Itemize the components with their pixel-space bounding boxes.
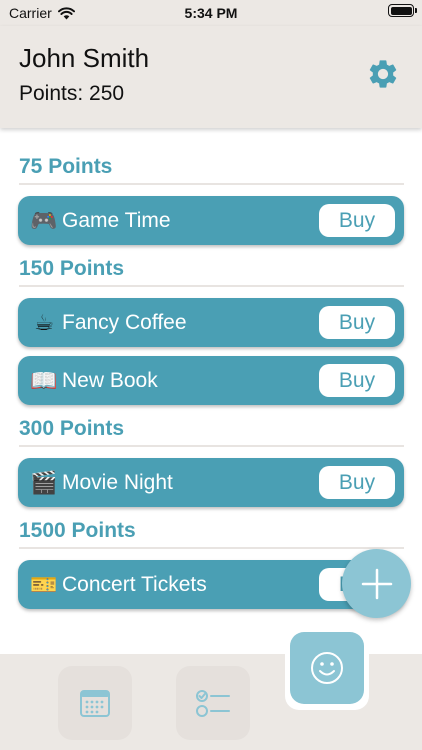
gear-icon <box>369 60 397 88</box>
reward-item-game-time[interactable]: 🎮 Game Time Buy <box>18 196 404 245</box>
section-header-150: 150 Points <box>19 257 404 287</box>
add-reward-button[interactable] <box>342 549 411 618</box>
calendar-icon <box>80 690 110 717</box>
points-balance: Points: 250 <box>19 82 125 105</box>
buy-button[interactable]: Buy <box>319 306 395 339</box>
section-header-300: 300 Points <box>19 417 404 447</box>
settings-button[interactable] <box>366 57 400 91</box>
game-controller-icon: 🎮 <box>30 207 58 233</box>
reward-item-fancy-coffee[interactable]: ☕ Fancy Coffee Buy <box>18 298 404 347</box>
tab-calendar[interactable] <box>58 666 132 740</box>
reward-item-new-book[interactable]: 📖 New Book Buy <box>18 356 404 405</box>
profile-header: John Smith Points: 250 <box>0 26 422 128</box>
tab-rewards-container <box>285 630 369 710</box>
user-name: John Smith <box>19 43 150 73</box>
status-time: 5:34 PM <box>184 5 238 21</box>
book-icon: 📖 <box>30 367 58 393</box>
section-header-75: 75 Points <box>19 155 404 185</box>
section-header-1500: 1500 Points <box>19 519 404 549</box>
buy-button[interactable]: Buy <box>319 364 395 397</box>
buy-button[interactable]: Buy <box>319 466 395 499</box>
battery-icon <box>388 4 417 17</box>
tab-tasks[interactable] <box>176 666 250 740</box>
ticket-icon: 🎫 <box>30 571 58 597</box>
clapperboard-icon: 🎬 <box>30 469 58 495</box>
status-bar: Carrier 5:34 PM <box>0 0 422 26</box>
coffee-icon: ☕ <box>34 309 54 335</box>
tab-rewards[interactable] <box>290 632 364 704</box>
buy-button[interactable]: Buy <box>319 204 395 237</box>
plus-icon <box>361 568 392 599</box>
checklist-icon <box>196 690 230 717</box>
reward-item-movie-night[interactable]: 🎬 Movie Night Buy <box>18 458 404 507</box>
smiley-icon <box>311 652 343 684</box>
